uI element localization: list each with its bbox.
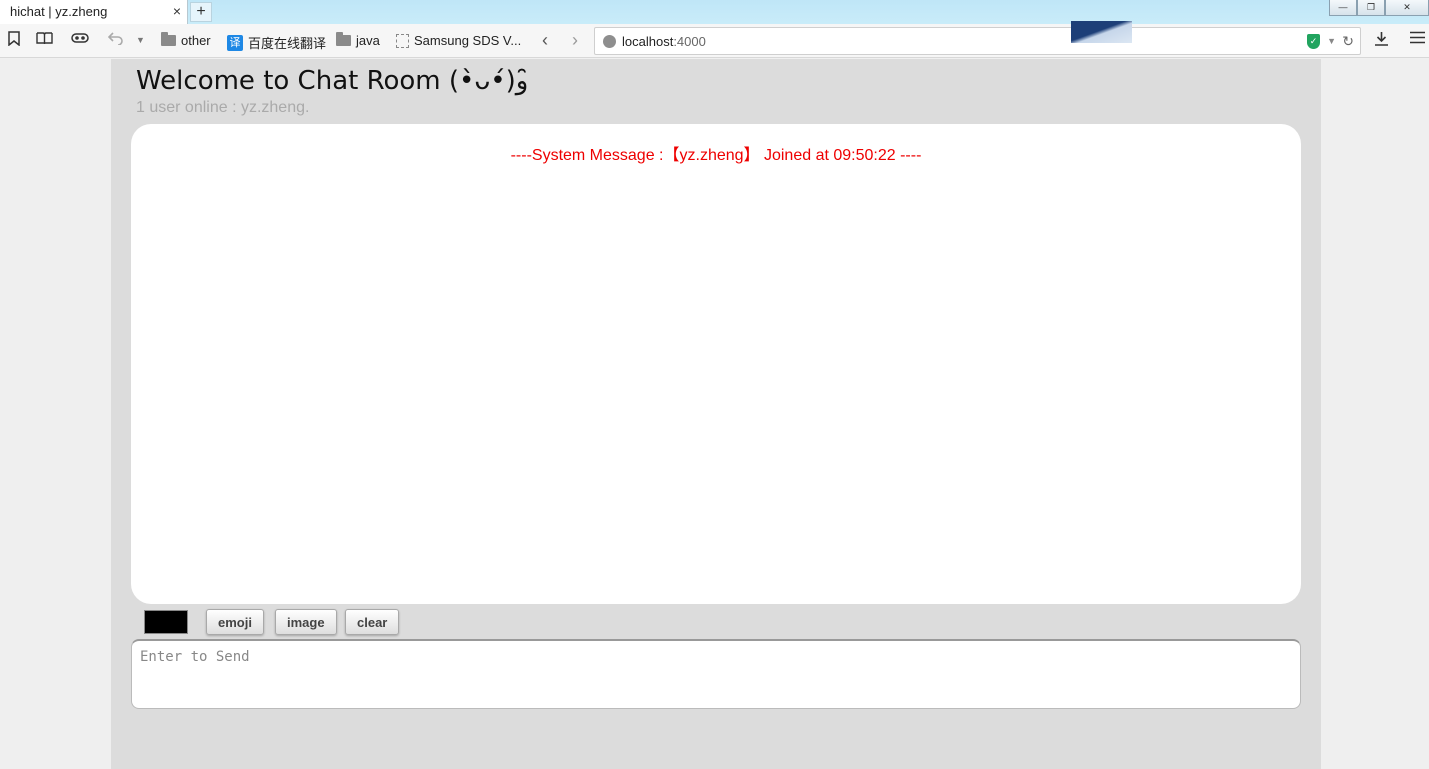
bookmark-label: other xyxy=(181,33,211,48)
bookmark-other[interactable]: other xyxy=(161,32,211,48)
page-content: Welcome to Chat Room (•̀ᴗ•́)و ̑̑ 1 user … xyxy=(0,59,1429,769)
window-close-icon[interactable]: ✕ xyxy=(1385,0,1429,16)
reading-mode-icon[interactable] xyxy=(36,31,53,49)
tab-close-icon[interactable]: × xyxy=(173,3,181,19)
minimize-icon[interactable]: — xyxy=(1329,0,1357,16)
emoji-button[interactable]: emoji xyxy=(206,609,264,635)
decorative-banner xyxy=(1071,21,1132,43)
page-icon xyxy=(396,33,409,48)
new-tab-button[interactable]: + xyxy=(190,2,212,22)
tab-strip: hichat | yz.zheng × + — ❐ ✕ xyxy=(0,0,1429,24)
browser-tab[interactable]: hichat | yz.zheng × xyxy=(0,0,188,24)
undo-icon[interactable] xyxy=(107,31,124,49)
page-title: Welcome to Chat Room (•̀ᴗ•́)و ̑̑ xyxy=(136,66,537,96)
url-text: localhost:4000 xyxy=(622,34,706,49)
shield-icon[interactable]: ✓ xyxy=(1307,34,1320,49)
online-status: 1 user online : yz.zheng. xyxy=(136,99,310,116)
window-controls: — ❐ ✕ xyxy=(1329,0,1429,16)
globe-icon xyxy=(603,35,616,48)
color-picker[interactable] xyxy=(144,610,188,634)
forward-icon[interactable]: › xyxy=(572,30,578,51)
dropdown-icon[interactable]: ▼ xyxy=(136,35,145,45)
image-button[interactable]: image xyxy=(275,609,337,635)
system-message: ----System Message :【yz.zheng】 Joined at… xyxy=(510,147,922,164)
folder-icon xyxy=(336,32,351,46)
url-dropdown-icon[interactable]: ▼ xyxy=(1327,36,1336,46)
bookmark-label: Samsung SDS V... xyxy=(414,33,522,48)
bookmark-java[interactable]: java xyxy=(336,32,380,48)
message-input[interactable] xyxy=(131,639,1301,709)
url-host: localhost xyxy=(622,34,674,49)
chat-wrapper: Welcome to Chat Room (•̀ᴗ•́)و ̑̑ 1 user … xyxy=(111,59,1321,769)
clear-button[interactable]: clear xyxy=(345,609,400,635)
bookmark-samsung[interactable]: Samsung SDS V... xyxy=(396,33,521,48)
bookmark-icon[interactable] xyxy=(8,31,20,50)
back-icon[interactable]: ‹ xyxy=(542,30,548,51)
bookmark-translate[interactable]: 译 百度在线翻译 xyxy=(227,33,326,52)
bookmark-label: java xyxy=(356,33,380,48)
folder-icon xyxy=(161,32,176,46)
download-icon[interactable] xyxy=(1374,31,1389,50)
message-history: ----System Message :【yz.zheng】 Joined at… xyxy=(131,124,1301,604)
address-bar[interactable]: localhost:4000 ✓ ▼ ↻ xyxy=(594,27,1361,55)
translate-icon: 译 xyxy=(227,34,243,51)
menu-icon[interactable] xyxy=(1410,31,1425,48)
maximize-icon[interactable]: ❐ xyxy=(1357,0,1385,16)
mask-icon[interactable] xyxy=(71,31,89,48)
browser-toolbar: ▼ other 译 百度在线翻译 java Samsung SDS V... ‹… xyxy=(0,24,1429,58)
url-port: :4000 xyxy=(673,34,706,49)
bookmark-label: 百度在线翻译 xyxy=(248,36,327,51)
tab-title: hichat | yz.zheng xyxy=(10,4,108,19)
refresh-icon[interactable]: ↻ xyxy=(1342,33,1354,50)
